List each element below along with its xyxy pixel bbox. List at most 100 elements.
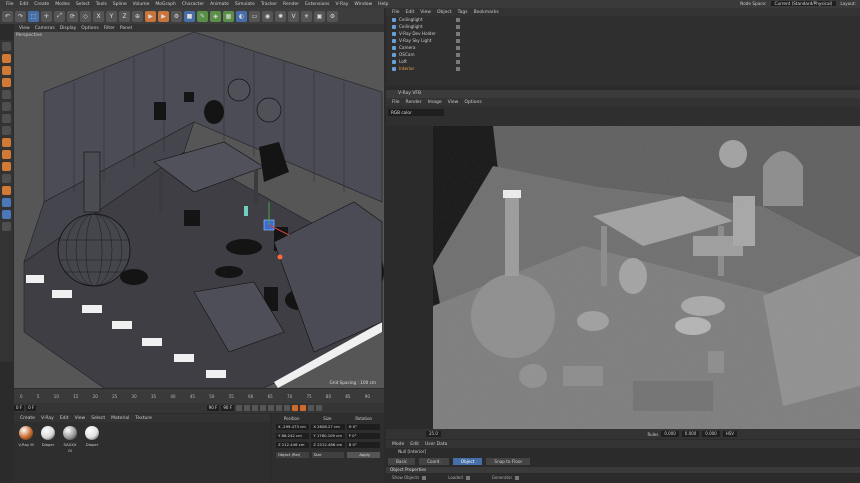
rotation-field[interactable]: H 0° (346, 424, 380, 430)
object-row[interactable]: Camera (386, 44, 860, 51)
model-mode-icon[interactable] (2, 90, 11, 99)
prev-key-icon[interactable] (244, 405, 250, 411)
z-axis-button[interactable]: Z (119, 10, 130, 22)
scale-icon[interactable]: ⤢ (54, 10, 65, 22)
lock-workplane-icon[interactable] (2, 186, 11, 195)
apply-button[interactable]: Apply (347, 452, 381, 458)
checkbox[interactable] (422, 476, 427, 480)
size-mode-dropdown[interactable]: Size (311, 452, 345, 458)
object-row[interactable]: V-Ray Sky Light (386, 37, 860, 44)
viewport-menu-item-2[interactable]: Display (60, 26, 77, 31)
menu-item-14[interactable]: Extensions (305, 2, 329, 7)
texture-mode-icon[interactable] (2, 102, 11, 111)
attribute-checkbox-row[interactable]: Show Objects (392, 475, 427, 480)
vfb-menu-item-2[interactable]: Image (428, 100, 442, 105)
menu-item-12[interactable]: Tracker (261, 2, 277, 7)
sculpt-icon[interactable] (2, 174, 11, 183)
menu-item-11[interactable]: Simulate (235, 2, 255, 7)
viewport-menu-item-5[interactable]: Panel (120, 26, 132, 31)
visibility-toggle[interactable] (456, 31, 460, 36)
object-row[interactable]: V-Ray Dev Holder (386, 30, 860, 37)
render-pv-icon[interactable]: ▶ (158, 10, 169, 22)
material-swatch[interactable]: V-Ray M (18, 426, 34, 479)
tweak-icon[interactable] (2, 126, 11, 135)
make-editable-icon[interactable] (2, 42, 11, 51)
object-menu-item-2[interactable]: View (420, 10, 431, 15)
position-field[interactable]: Y 86.242 cm (276, 433, 310, 439)
node-space-dropdown[interactable]: Current (Standard/Physical) (770, 1, 837, 6)
select-icon[interactable]: ⬚ (28, 10, 39, 22)
object-row[interactable]: Ceilinglight (386, 16, 860, 23)
channel-dropdown[interactable]: RGB color (388, 109, 444, 116)
material-swatch[interactable]: Diaper (40, 426, 56, 479)
subdivision-icon[interactable]: ◈ (210, 10, 221, 22)
menu-item-10[interactable]: Animate (210, 2, 229, 7)
menu-item-7[interactable]: Volume (133, 2, 150, 7)
record-icon[interactable] (292, 405, 298, 411)
material-swatch[interactable]: Diaper (84, 426, 100, 479)
object-menu-item-5[interactable]: Bookmarks (474, 10, 499, 15)
position-field[interactable]: Z 212.446 cm (276, 442, 310, 448)
size-field[interactable]: X 2608.27 cm (311, 424, 345, 430)
object-row[interactable]: Loft (386, 58, 860, 65)
size-field[interactable]: Z 2512.486 cm (311, 442, 345, 448)
material-menu-item-0[interactable]: Create (20, 416, 35, 421)
menu-item-3[interactable]: Modes (55, 2, 70, 7)
vray-settings-icon[interactable]: ⚙ (327, 10, 338, 22)
vray-light-icon[interactable]: ☀ (301, 10, 312, 22)
prev-frame-icon[interactable] (252, 405, 258, 411)
visibility-toggle[interactable] (456, 52, 460, 57)
vfb-menu-item-4[interactable]: Options (464, 100, 481, 105)
position-field[interactable]: X -299.473 cm (276, 424, 310, 430)
perspective-viewport[interactable]: Grid Spacing : 100 cm (14, 32, 384, 388)
grid-icon[interactable] (2, 198, 11, 207)
material-menu-item-6[interactable]: Texture (135, 416, 151, 421)
solo-icon[interactable] (2, 138, 11, 147)
vfb-menu-item-0[interactable]: File (392, 100, 400, 105)
viewport-menu-item-4[interactable]: Filter (104, 26, 115, 31)
floor-icon[interactable]: ▭ (249, 10, 260, 22)
size-field[interactable]: Y 1780.109 cm (311, 433, 345, 439)
object-menu-item-3[interactable]: Object (437, 10, 452, 15)
points-mode-icon[interactable] (2, 54, 11, 63)
object-row[interactable]: OSCam (386, 51, 860, 58)
attribute-checkbox-row[interactable]: Generator (492, 475, 520, 480)
play-icon[interactable] (260, 405, 266, 411)
visibility-toggle[interactable] (456, 38, 460, 43)
attribute-tab[interactable]: Coord. (419, 458, 449, 465)
material-swatch[interactable]: SAXXX Gl (62, 426, 78, 479)
snap-icon[interactable] (2, 150, 11, 159)
vray-icon[interactable]: V (288, 10, 299, 22)
visibility-toggle[interactable] (456, 66, 460, 71)
visibility-toggle[interactable] (456, 59, 460, 64)
menu-item-0[interactable]: File (6, 2, 14, 7)
axis-mode-icon[interactable] (2, 114, 11, 123)
visibility-toggle[interactable] (456, 24, 460, 29)
attribute-tab[interactable]: Snap to Floor (486, 458, 531, 465)
material-menu-item-5[interactable]: Material (111, 416, 129, 421)
undo-icon[interactable]: ↶ (2, 10, 13, 22)
render-settings-icon[interactable]: ⚙ (171, 10, 182, 22)
visibility-toggle[interactable] (456, 45, 460, 50)
deformer-icon[interactable]: ◐ (236, 10, 247, 22)
object-menu-item-1[interactable]: Edit (406, 10, 415, 15)
object-row[interactable]: Interior (386, 65, 860, 72)
menu-item-17[interactable]: Help (378, 2, 388, 7)
end-frame-field[interactable]: 90 F (206, 405, 220, 411)
viewport-menu-item-3[interactable]: Options (81, 26, 98, 31)
menu-item-13[interactable]: Render (283, 2, 299, 7)
menu-item-1[interactable]: Edit (20, 2, 29, 7)
attribute-menu-item-1[interactable]: Edit (410, 442, 419, 447)
render-region-icon[interactable] (2, 210, 11, 219)
y-axis-button[interactable]: Y (106, 10, 117, 22)
attribute-tab[interactable]: Object (452, 458, 483, 465)
attribute-menu-item-2[interactable]: User Data (425, 442, 447, 447)
move-icon[interactable]: ✛ (41, 10, 52, 22)
visibility-toggle[interactable] (456, 17, 460, 22)
polygons-mode-icon[interactable] (2, 78, 11, 87)
rotate-icon[interactable]: ⟳ (67, 10, 78, 22)
array-icon[interactable]: ▦ (223, 10, 234, 22)
next-key-icon[interactable] (276, 405, 282, 411)
rotation-field[interactable]: P 0° (346, 433, 380, 439)
menu-item-5[interactable]: Tools (96, 2, 107, 7)
